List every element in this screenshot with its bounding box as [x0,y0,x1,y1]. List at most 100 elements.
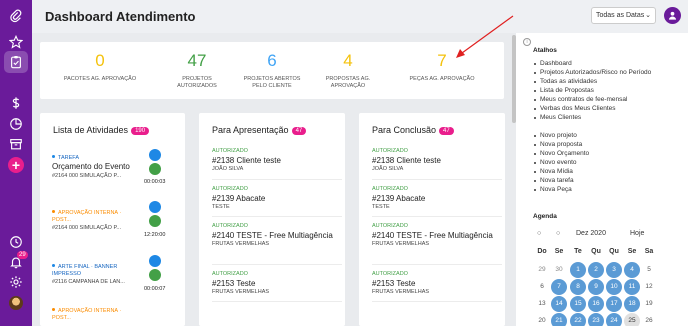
presentation-item[interactable]: AUTORIZADO #2138 Cliente teste JOÃO SILV… [212,148,342,173]
calendar-day[interactable]: 17 [606,296,622,312]
activity-tag: APROVAÇÃO INTERNA · POST... [52,308,122,321]
calendar-day[interactable]: 5 [641,262,657,278]
calendar-day[interactable]: 21 [551,313,567,326]
new-item-link[interactable]: Nova Peça [534,186,572,194]
stat-projects-authorized[interactable]: 47 PROJETOS AUTORIZADOS [157,42,237,90]
calendar-day[interactable]: 4 [624,262,640,278]
calendar-day[interactable]: 30 [551,262,567,278]
calendar-day[interactable]: 20 [534,313,550,326]
today-button[interactable]: Hoje [630,230,644,237]
stat-packages-pending[interactable]: 0 PACOTES AG. APROVAÇÃO [60,42,140,83]
new-item-link[interactable]: Novo evento [534,159,577,167]
calendar-day[interactable]: 8 [570,279,586,295]
star-icon[interactable] [8,34,24,50]
new-item-link[interactable]: Nova Mídia [534,168,573,176]
info-icon[interactable]: i [523,38,531,46]
calendar-day[interactable]: 29 [534,262,550,278]
item-title: #2139 Abacate [212,194,266,203]
conclusion-item[interactable]: AUTORIZADO #2138 Cliente teste JOÃO SILV… [372,148,502,173]
shortcut-link[interactable]: Meus Clientes [533,114,581,122]
calendar-day[interactable]: 13 [534,296,550,312]
activities-count-badge: 190 [131,127,150,135]
weekday-label: Se [554,248,564,255]
presentation-item[interactable]: AUTORIZADO #2139 Abacate TESTE [212,186,342,211]
play-button[interactable] [149,255,161,267]
divider [212,264,342,265]
calendar-day[interactable]: 10 [606,279,622,295]
play-button[interactable] [149,149,161,161]
date-filter-select[interactable]: Todas as Datas ⌄ [591,7,656,24]
presentation-item[interactable]: AUTORIZADO #2153 Teste FRUTAS VERMELHAS [212,271,342,296]
shortcut-link[interactable]: Lista de Propostas [534,87,594,95]
activities-title: Lista de Atividades [53,125,129,135]
calendar-day[interactable]: 15 [570,296,586,312]
check-button[interactable] [149,215,161,227]
conclusion-item[interactable]: AUTORIZADO #2153 Teste FRUTAS VERMELHAS [372,271,502,296]
calendar-day[interactable]: 6 [534,279,550,295]
new-item-link[interactable]: Nova proposta [533,141,582,149]
play-button[interactable] [149,201,161,213]
conclusion-count-badge: 47 [439,127,454,135]
shortcut-link[interactable]: Verbas dos Meus Clientes [534,105,616,113]
calendar-day[interactable]: 16 [588,296,604,312]
item-status: AUTORIZADO [372,148,408,154]
plus-icon[interactable]: + [8,157,24,173]
calendar-day[interactable]: 14 [551,296,567,312]
calendar-day[interactable]: 9 [588,279,604,295]
check-button[interactable] [149,163,161,175]
item-status: AUTORIZADO [372,271,408,277]
conclusion-item[interactable]: AUTORIZADO #2140 TESTE - Free Multiagênc… [372,223,502,248]
weekday-label: Se [627,248,637,255]
item-status: AUTORIZADO [372,223,408,229]
check-button[interactable] [149,269,161,281]
clip-icon[interactable] [8,8,24,24]
archive-icon[interactable] [8,136,24,152]
activity-item[interactable]: ARTE FINAL · BANNER IMPRESSO #2116 CAMPA… [52,264,137,286]
calendar-day[interactable]: 25 [624,313,640,326]
new-item-link[interactable]: Novo projeto [534,132,577,140]
calendar-day[interactable]: 3 [606,262,622,278]
calendar-day[interactable]: 23 [588,313,604,326]
user-icon[interactable] [664,7,681,24]
calendar-day[interactable]: 12 [641,279,657,295]
calendar-day[interactable]: 2 [588,262,604,278]
new-item-link[interactable]: Novo Orçamento [533,150,589,158]
shortcut-link[interactable]: Meus contratos de fee-mensal [533,96,627,104]
conclusion-item[interactable]: AUTORIZADO #2139 Abacate TESTE [372,186,502,211]
calendar-day[interactable]: 22 [570,313,586,326]
gear-icon[interactable] [8,274,24,290]
calendar-day[interactable]: 18 [624,296,640,312]
stat-label: PACOTES AG. APROVAÇÃO [63,76,137,82]
activity-item[interactable]: TAREFA Orçamento do Evento #2164 000 SIM… [52,155,185,180]
next-month-icon[interactable]: ○ [556,230,560,237]
dollar-icon[interactable] [8,95,24,111]
presentation-item[interactable]: AUTORIZADO #2140 TESTE - Free Multiagênc… [212,223,342,248]
new-item-link[interactable]: Nova tarefa [534,177,574,185]
pie-chart-icon[interactable] [8,116,24,132]
item-title: #2139 Abacate [372,194,426,203]
calendar-day[interactable]: 11 [624,279,640,295]
page-title: Dashboard Atendimento [45,9,196,24]
calendar-day[interactable]: 26 [641,313,657,326]
prev-month-icon[interactable]: ○ [537,230,541,237]
shortcut-link[interactable]: Dashboard [534,60,572,68]
activity-item[interactable]: APROVAÇÃO INTERNA · POST... #2164 000 SI… [52,210,134,232]
calendar-day[interactable]: 1 [570,262,586,278]
calendar-day[interactable]: 24 [606,313,622,326]
activity-item[interactable]: APROVAÇÃO INTERNA · POST... [52,308,134,322]
divider [212,216,342,217]
calendar-day[interactable]: 7 [551,279,567,295]
stat-proposals-pending[interactable]: 4 PROPOSTAS AG. APROVAÇÃO [308,42,388,90]
clipboard-icon[interactable] [8,54,24,70]
item-title: #2138 Cliente teste [212,156,281,165]
calendar-day[interactable]: 19 [641,296,657,312]
activity-subtitle: #2116 CAMPANHA DE LAN... [52,279,125,285]
conclusion-title: Para Conclusão [372,125,437,135]
shortcut-link[interactable]: Projetos Autorizados/Risco no Período [533,69,651,77]
stat-projects-open[interactable]: 6 PROJETOS ABERTOS PELO CLIENTE [232,42,312,90]
activities-card: Lista de Atividades 190 TAREFA Orçamento … [40,113,185,326]
shortcut-link[interactable]: Todas as atividades [533,78,597,86]
clock-icon[interactable] [8,234,24,250]
avatar[interactable] [9,296,23,310]
stat-pieces-pending[interactable]: 7 PEÇAS AG. APROVAÇÃO [402,42,482,83]
